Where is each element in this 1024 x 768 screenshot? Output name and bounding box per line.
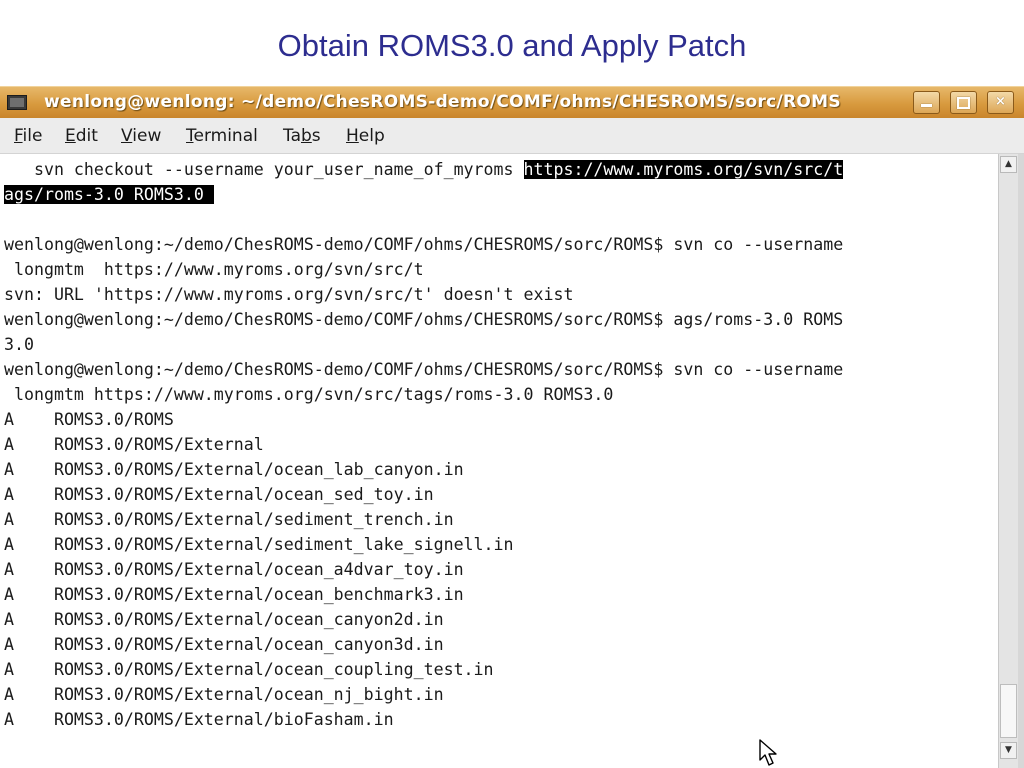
- terminal-line: 3.0: [4, 335, 34, 354]
- terminal-line: A ROMS3.0/ROMS/External/ocean_canyon2d.i…: [4, 610, 444, 629]
- terminal-line: longmtm https://www.myroms.org/svn/src/t…: [4, 385, 614, 404]
- maximize-button[interactable]: [950, 91, 977, 114]
- scrollbar-thumb[interactable]: [1000, 684, 1017, 738]
- terminal-line: ags/roms-3.0 ROMS3.0: [4, 182, 214, 207]
- scroll-up-arrow-icon[interactable]: ▲: [1000, 156, 1017, 173]
- terminal-line: A ROMS3.0/ROMS/External/ocean_nj_bight.i…: [4, 685, 444, 704]
- menu-bar: File Edit View Terminal Tabs Help: [0, 118, 1024, 154]
- terminal-line: longmtm https://www.myroms.org/svn/src/t: [4, 260, 424, 279]
- menu-help[interactable]: Help: [346, 126, 385, 146]
- menu-terminal[interactable]: Terminal: [186, 126, 258, 146]
- maximize-icon: [957, 97, 970, 109]
- close-icon: ×: [995, 94, 1006, 109]
- terminal-line: wenlong@wenlong:~/demo/ChesROMS-demo/COM…: [4, 235, 844, 254]
- terminal-line: A ROMS3.0/ROMS/External/ocean_canyon3d.i…: [4, 635, 444, 654]
- slide-title: Obtain ROMS3.0 and Apply Patch: [277, 28, 747, 63]
- scroll-down-arrow-icon[interactable]: ▼: [1000, 742, 1017, 759]
- terminal-output[interactable]: svn checkout --username your_user_name_o…: [0, 154, 998, 768]
- terminal-line: wenlong@wenlong:~/demo/ChesROMS-demo/COM…: [4, 360, 844, 379]
- selected-text: https://www.myroms.org/svn/src/t: [523, 160, 844, 179]
- minimize-button[interactable]: [913, 91, 940, 114]
- terminal-line: A ROMS3.0/ROMS/External/ocean_sed_toy.in: [4, 485, 434, 504]
- terminal-line: svn checkout --username your_user_name_o…: [4, 160, 844, 179]
- menu-edit[interactable]: Edit: [65, 126, 98, 146]
- terminal-line: A ROMS3.0/ROMS/External/bioFasham.in: [4, 710, 394, 729]
- terminal-line: A ROMS3.0/ROMS/External/ocean_coupling_t…: [4, 660, 494, 679]
- terminal-icon[interactable]: [7, 95, 27, 110]
- window-titlebar[interactable]: wenlong@wenlong: ~/demo/ChesROMS-demo/CO…: [0, 86, 1024, 118]
- close-button[interactable]: ×: [987, 91, 1014, 114]
- terminal-line: svn: URL 'https://www.myroms.org/svn/src…: [4, 285, 574, 304]
- terminal-line: A ROMS3.0/ROMS/External/sediment_lake_si…: [4, 535, 514, 554]
- terminal-line: A ROMS3.0/ROMS/External: [4, 435, 264, 454]
- terminal-line: A ROMS3.0/ROMS/External/ocean_lab_canyon…: [4, 460, 464, 479]
- window-border: [1018, 154, 1024, 768]
- vertical-scrollbar[interactable]: ▲ ▼: [998, 154, 1018, 768]
- menu-file[interactable]: File: [14, 126, 42, 146]
- selected-text: ags/roms-3.0 ROMS3.0: [4, 185, 214, 204]
- menu-tabs[interactable]: Tabs: [283, 126, 321, 146]
- mouse-pointer-icon: [759, 739, 777, 766]
- terminal-line: A ROMS3.0/ROMS/External/sediment_trench.…: [4, 510, 454, 529]
- terminal-line: A ROMS3.0/ROMS/External/ocean_benchmark3…: [4, 585, 464, 604]
- minimize-icon: [921, 104, 932, 107]
- terminal-line: wenlong@wenlong:~/demo/ChesROMS-demo/COM…: [4, 310, 844, 329]
- terminal-window: wenlong@wenlong: ~/demo/ChesROMS-demo/CO…: [0, 86, 1024, 768]
- menu-view[interactable]: View: [121, 126, 161, 146]
- terminal-line: A ROMS3.0/ROMS: [4, 410, 174, 429]
- window-title: wenlong@wenlong: ~/demo/ChesROMS-demo/CO…: [44, 92, 841, 112]
- terminal-line: A ROMS3.0/ROMS/External/ocean_a4dvar_toy…: [4, 560, 464, 579]
